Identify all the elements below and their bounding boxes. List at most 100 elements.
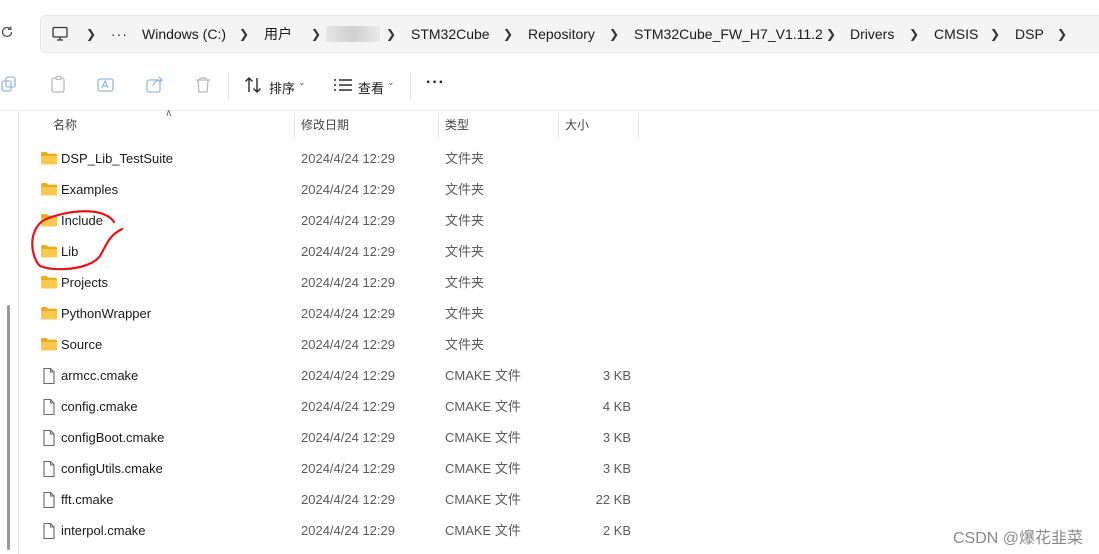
folder-icon	[40, 336, 58, 352]
breadcrumb-chevron-icon[interactable]: ❯	[990, 16, 1000, 52]
folder-icon	[40, 181, 58, 197]
breadcrumb-repository[interactable]: Repository	[528, 16, 595, 52]
file-size	[560, 298, 631, 329]
breadcrumb-chevron-icon[interactable]: ❯	[386, 16, 396, 52]
file-row[interactable]: Source 2024/4/24 12:29 文件夹	[20, 329, 1099, 360]
file-name: configBoot.cmake	[61, 430, 165, 445]
file-type: CMAKE 文件	[445, 430, 521, 445]
file-modified-date: 2024/4/24 12:29	[301, 399, 395, 414]
breadcrumb-chevron-icon[interactable]: ❯	[239, 16, 249, 52]
file-type: 文件夹	[445, 182, 485, 197]
paste-icon[interactable]	[48, 74, 70, 96]
file-name: configUtils.cmake	[61, 461, 163, 476]
command-bar: 排序 ⌄ 查看 ⌄ ···	[0, 64, 1099, 111]
more-options-button[interactable]: ···	[426, 74, 445, 92]
refresh-icon[interactable]	[0, 24, 16, 44]
file-row[interactable]: Lib 2024/4/24 12:29 文件夹	[20, 236, 1099, 267]
breadcrumb-dsp[interactable]: DSP	[1015, 16, 1044, 52]
folder-icon	[40, 150, 58, 166]
breadcrumb-chevron-icon[interactable]: ❯	[826, 16, 836, 52]
column-divider[interactable]	[558, 113, 559, 139]
file-row[interactable]: Examples 2024/4/24 12:29 文件夹	[20, 174, 1099, 205]
file-name: Source	[61, 337, 103, 352]
breadcrumb-fw-h7[interactable]: STM32Cube_FW_H7_V1.11.2	[634, 16, 823, 52]
column-divider[interactable]	[294, 113, 295, 139]
file-icon	[40, 522, 58, 540]
file-type: 文件夹	[445, 306, 485, 321]
file-type: CMAKE 文件	[445, 523, 521, 538]
breadcrumb-chevron-icon[interactable]: ❯	[609, 16, 619, 52]
breadcrumb-windows-c[interactable]: Windows (C:)	[142, 16, 226, 52]
file-icon	[40, 398, 58, 416]
file-size	[560, 205, 631, 236]
this-pc-icon[interactable]	[51, 16, 69, 52]
file-modified-date: 2024/4/24 12:29	[301, 275, 395, 290]
file-name: armcc.cmake	[61, 368, 139, 383]
file-row[interactable]: Projects 2024/4/24 12:29 文件夹	[20, 267, 1099, 298]
toolbar-divider	[410, 72, 411, 100]
sort-icon[interactable]	[243, 74, 265, 96]
file-modified-date: 2024/4/24 12:29	[301, 213, 395, 228]
column-header-type[interactable]: 类型	[445, 111, 469, 139]
breadcrumb-chevron-icon[interactable]: ❯	[1057, 16, 1067, 52]
column-header-date[interactable]: 修改日期	[301, 111, 349, 139]
file-type: 文件夹	[445, 213, 485, 228]
file-icon	[40, 429, 58, 447]
share-icon[interactable]	[144, 74, 166, 96]
breadcrumb-cmsis[interactable]: CMSIS	[934, 16, 978, 52]
file-row[interactable]: PythonWrapper 2024/4/24 12:29 文件夹	[20, 298, 1099, 329]
file-list: ∧ 名称 修改日期 类型 大小 DSP_Lib_TestSuite 2024/4/…	[0, 108, 1099, 554]
sort-dropdown-chevron-icon[interactable]: ⌄	[298, 77, 306, 88]
file-name: config.cmake	[61, 399, 138, 414]
rename-icon[interactable]	[96, 74, 118, 96]
file-type: 文件夹	[445, 275, 485, 290]
file-size: 4 KB	[602, 399, 631, 414]
address-bar-area: ❯ ··· Windows (C:) ❯ 用户 ❯ ❯ STM32Cube ❯ …	[0, 0, 1099, 64]
sort-button[interactable]: 排序	[269, 78, 295, 97]
file-row[interactable]: config.cmake 2024/4/24 12:29 CMAKE 文件 4 KB	[20, 391, 1099, 422]
file-type: CMAKE 文件	[445, 368, 521, 383]
redacted-username	[326, 26, 380, 42]
folder-icon	[40, 243, 58, 259]
view-dropdown-chevron-icon[interactable]: ⌄	[387, 77, 395, 88]
breadcrumb-users[interactable]: 用户	[264, 16, 292, 52]
file-modified-date: 2024/4/24 12:29	[301, 182, 395, 197]
file-type: 文件夹	[445, 244, 485, 259]
file-modified-date: 2024/4/24 12:29	[301, 337, 395, 352]
view-icon[interactable]	[332, 74, 354, 96]
file-size	[560, 174, 631, 205]
breadcrumb-chevron-icon[interactable]: ❯	[311, 16, 321, 52]
file-row[interactable]: Include 2024/4/24 12:29 文件夹	[20, 205, 1099, 236]
breadcrumb-chevron-icon[interactable]: ❯	[909, 16, 919, 52]
breadcrumb-drivers[interactable]: Drivers	[850, 16, 894, 52]
file-name: interpol.cmake	[61, 523, 146, 538]
toolbar-divider	[228, 72, 229, 100]
breadcrumb-overflow[interactable]: ···	[111, 16, 128, 52]
file-row[interactable]: configBoot.cmake 2024/4/24 12:29 CMAKE 文件 3…	[20, 422, 1099, 453]
file-type: CMAKE 文件	[445, 461, 521, 476]
address-bar[interactable]: ❯ ··· Windows (C:) ❯ 用户 ❯ ❯ STM32Cube ❯ …	[40, 15, 1099, 53]
file-row[interactable]: DSP_Lib_TestSuite 2024/4/24 12:29 文件夹	[20, 143, 1099, 174]
file-modified-date: 2024/4/24 12:29	[301, 306, 395, 321]
file-row[interactable]: armcc.cmake 2024/4/24 12:29 CMAKE 文件 3 KB	[20, 360, 1099, 391]
breadcrumb-stm32cube[interactable]: STM32Cube	[411, 16, 490, 52]
file-name: PythonWrapper	[61, 306, 152, 321]
column-divider[interactable]	[438, 113, 439, 139]
file-modified-date: 2024/4/24 12:29	[301, 244, 395, 259]
breadcrumb-chevron-icon[interactable]: ❯	[503, 16, 513, 52]
file-size: 3 KB	[602, 461, 631, 476]
file-row[interactable]: interpol.cmake 2024/4/24 12:29 CMAKE 文件 2 K…	[20, 515, 1099, 546]
file-modified-date: 2024/4/24 12:29	[301, 368, 395, 383]
file-name: Include	[61, 213, 103, 228]
file-row[interactable]: fft.cmake 2024/4/24 12:29 CMAKE 文件 22 KB	[20, 484, 1099, 515]
file-row[interactable]: configUtils.cmake 2024/4/24 12:29 CMAKE 文件…	[20, 453, 1099, 484]
delete-icon[interactable]	[192, 74, 214, 96]
file-size: 3 KB	[602, 368, 631, 383]
column-divider[interactable]	[638, 113, 639, 139]
column-header-size[interactable]: 大小	[565, 111, 589, 139]
breadcrumb-chevron-icon[interactable]: ❯	[86, 16, 96, 52]
copy-icon[interactable]	[0, 74, 22, 96]
column-header-name[interactable]: 名称	[53, 111, 77, 139]
file-type: 文件夹	[445, 337, 485, 352]
view-button[interactable]: 查看	[358, 78, 384, 97]
